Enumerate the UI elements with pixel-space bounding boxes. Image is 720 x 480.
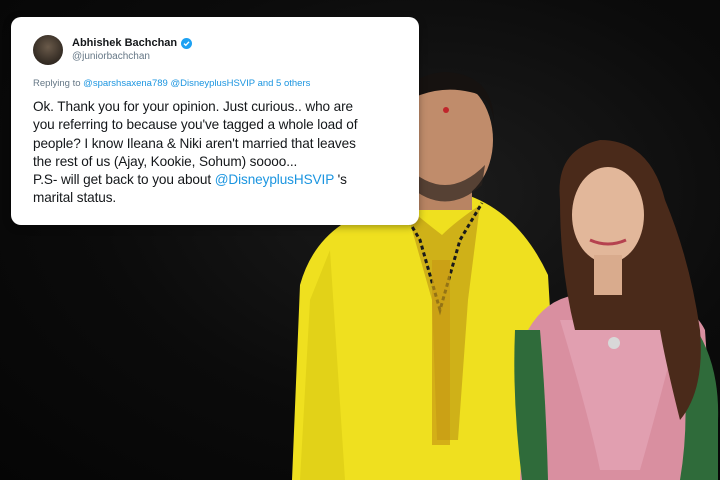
mention-link[interactable]: @DisneyplusHSVIP [215, 172, 334, 187]
tweet-text-line: marital status. [33, 190, 117, 206]
tweet-text-segment: P.S- will get back to you about [33, 172, 215, 188]
tweet-text-line: you referring to because you've tagged a… [33, 117, 358, 133]
replying-to-line: Replying to @sparshsaxena789 @Disneyplus… [33, 78, 401, 89]
tweet-header: Abhishek Bachchan @juniorbachchan [33, 35, 401, 65]
woman-figure [514, 140, 719, 480]
mention-link[interactable]: @sparshsaxena789 [83, 78, 168, 89]
name-row: Abhishek Bachchan [72, 37, 193, 50]
others-link[interactable]: and 5 others [258, 78, 311, 89]
mention-link[interactable]: @DisneyplusHSVIP [170, 78, 254, 89]
author-names: Abhishek Bachchan @juniorbachchan [72, 37, 193, 63]
display-name[interactable]: Abhishek Bachchan [72, 37, 177, 50]
replying-to-prefix: Replying to [33, 78, 84, 89]
verified-badge-icon [181, 38, 193, 49]
tweet-text-line: people? I know Ileana & Niki aren't marr… [33, 135, 356, 151]
tweet-card: Abhishek Bachchan @juniorbachchan Replyi… [11, 17, 419, 225]
tweet-text-line: the rest of us (Ajay, Kookie, Sohum) soo… [33, 153, 298, 169]
tweet-text-line: Ok. Thank you for your opinion. Just cur… [33, 99, 354, 114]
handle[interactable]: @juniorbachchan [72, 50, 192, 63]
tweet-text-segment: 's [333, 172, 347, 188]
tweet-text-line: P.S- will get back to you about @Disneyp… [33, 171, 401, 189]
avatar[interactable] [33, 35, 63, 65]
tweet-text: Ok. Thank you for your opinion. Just cur… [33, 98, 401, 208]
